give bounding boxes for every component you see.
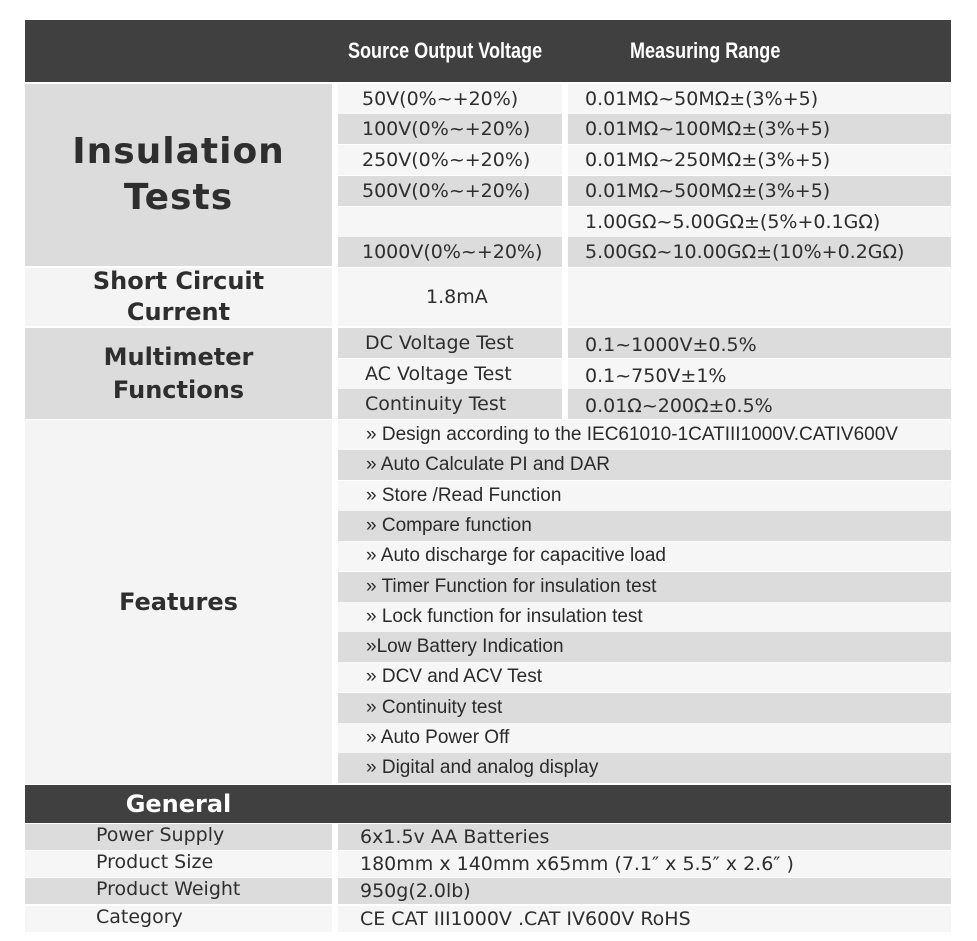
multimeter-functions-label: Multimeter Functions [25,328,332,419]
insulation-voltage: 250V(0%~+20%) [362,149,531,171]
multimeter-function-name: DC Voltage Test [365,332,514,354]
insulation-range: 0.01MΩ~500MΩ±(3%+5) [585,180,831,202]
feature-list-item: » Auto discharge for capacitive load [338,541,951,572]
insulation-voltage: 1000V(0%~+20%) [362,241,543,263]
general-value: CE CAT III1000V .CAT IV600V RoHS [360,908,691,930]
short-circuit-value: 1.8mA [426,286,488,308]
multimeter-range: 0.01Ω~200Ω±0.5% [585,395,773,417]
multimeter-range: 0.1~750V±1% [585,365,727,387]
feature-list-item: » Auto Power Off [338,723,951,753]
insulation-range: 0.01MΩ~250MΩ±(3%+5) [585,149,831,171]
insulation-voltage-cell [338,207,562,237]
feature-list-item: » Digital and analog display [338,753,951,784]
insulation-range: 5.00GΩ~10.00GΩ±(10%+0.2GΩ) [585,241,905,263]
general-value: 6x1.5v AA Batteries [360,826,550,848]
general-label: Product Size [96,851,214,873]
insulation-tests-label: Insulation Tests [25,84,332,266]
feature-list-item: » Design according to the IEC61010-1CATI… [338,420,951,450]
general-value: 950g(2.0lb) [360,880,471,902]
multimeter-function-name: Continuity Test [365,393,507,415]
short-circuit-label: Short Circuit Current [25,267,332,326]
multimeter-function-name: AC Voltage Test [365,363,512,385]
features-label: Features [25,420,332,784]
feature-list-item: » Auto Calculate PI and DAR [338,450,951,481]
header-measuring-range: Measuring Range [630,38,781,63]
feature-list-item: » Store /Read Function [338,480,951,511]
feature-list-item: »Low Battery Indication [338,632,951,663]
feature-list-item: » Lock function for insulation test [338,601,951,632]
general-label: Product Weight [96,878,241,900]
insulation-voltage: 50V(0%~+20%) [362,88,519,110]
multimeter-range: 0.1~1000V±0.5% [585,334,757,356]
insulation-range: 0.01MΩ~50MΩ±(3%+5) [585,88,819,110]
insulation-voltage: 500V(0%~+20%) [362,180,531,202]
general-value: 180mm x 140mm x65mm (7.1″ x 5.5″ x 2.6″ … [360,853,794,875]
feature-list-item: » DCV and ACV Test [338,662,951,693]
short-circuit-empty-cell [568,268,951,326]
header-source-output-voltage: Source Output Voltage [348,38,543,63]
insulation-voltage: 100V(0%~+20%) [362,118,531,140]
insulation-range: 0.01MΩ~100MΩ±(3%+5) [585,118,831,140]
feature-list-item: » Compare function [338,510,951,541]
feature-list-item: » Continuity test [338,692,951,723]
general-label: Category [96,906,183,928]
general-title: General [125,790,232,818]
insulation-range: 1.00GΩ~5.00GΩ±(5%+0.1GΩ) [585,211,881,233]
general-label: Power Supply [96,824,225,846]
feature-list-item: » Timer Function for insulation test [338,571,951,602]
